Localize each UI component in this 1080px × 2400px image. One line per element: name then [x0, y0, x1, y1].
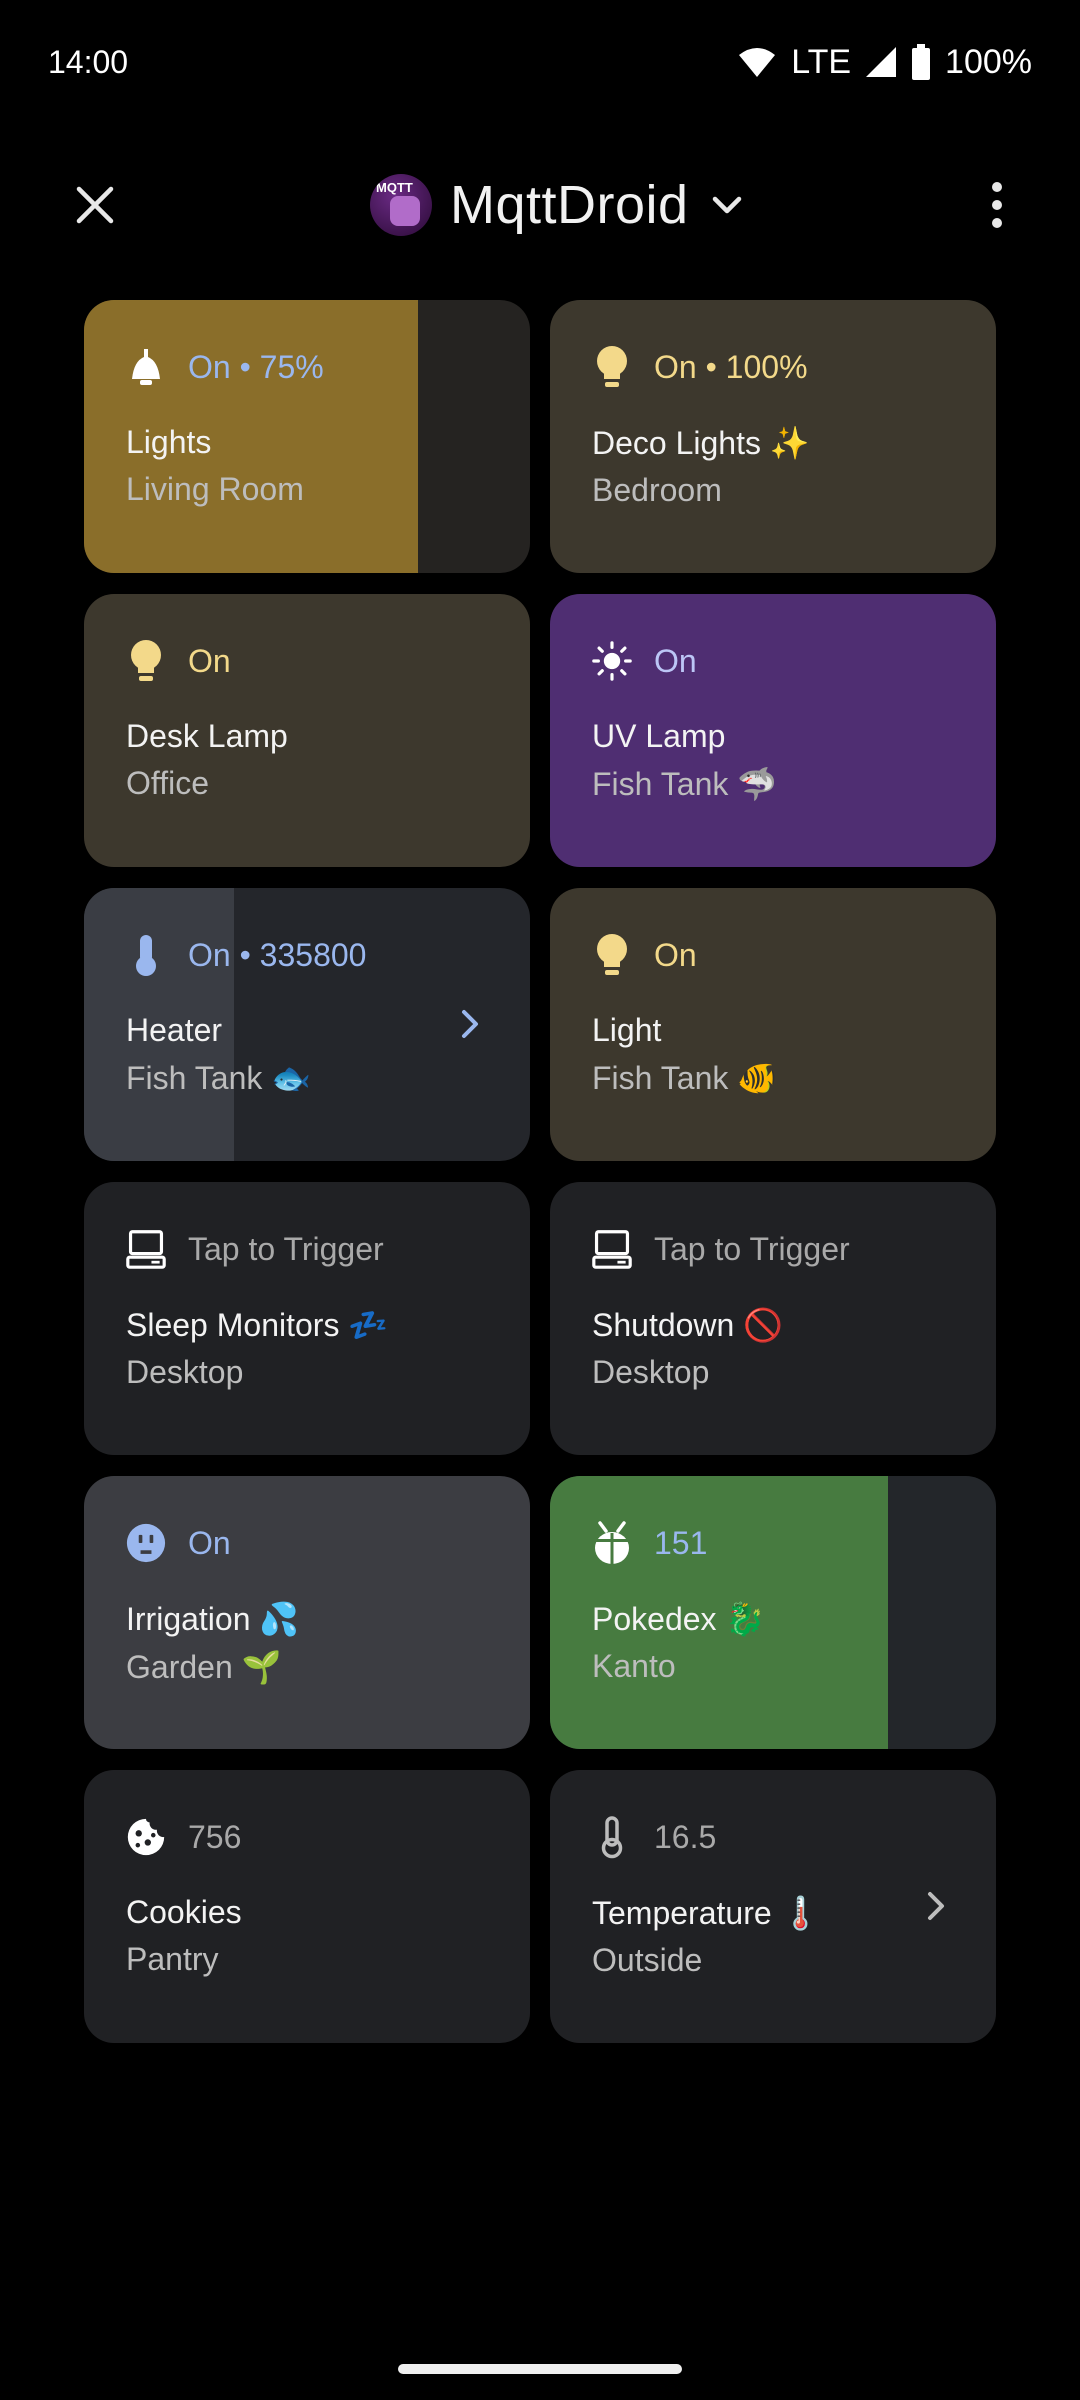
bulb-icon: [126, 639, 166, 683]
close-icon: [76, 186, 114, 224]
tile-room: Fish Tank 🦈: [592, 766, 778, 802]
tile-room: Desktop: [126, 1354, 244, 1390]
computer-icon: [592, 1227, 632, 1271]
status-time: 14:00: [48, 44, 129, 80]
chevron-down-icon: [712, 196, 741, 214]
tile-deco-lights-bedroom[interactable]: On • 100% Deco Lights ✨ Bedroom: [550, 300, 996, 573]
status-bar: 14:00 LTE 100%: [0, 0, 1080, 130]
tile-state: Tap to Trigger: [654, 1230, 850, 1267]
tile-uv-lamp-fish-tank[interactable]: On UV Lamp Fish Tank 🦈: [550, 594, 996, 867]
tile-temperature-outside[interactable]: 16.5 Temperature 🌡️ Outside: [550, 1770, 996, 2043]
tile-pokedex-kanto[interactable]: 151 Pokedex 🐉 Kanto: [550, 1476, 996, 1749]
tile-lights-living-room[interactable]: On • 75% Lights Living Room: [84, 300, 530, 573]
tile-state: 756: [188, 1818, 242, 1855]
tile-state: On • 335800: [188, 936, 367, 973]
tile-name: Desk Lamp: [126, 718, 288, 754]
tile-room: Garden 🌱: [126, 1649, 282, 1685]
battery-icon: [912, 44, 931, 80]
tile-state: Tap to Trigger: [188, 1230, 384, 1267]
tile-state: On: [188, 642, 231, 679]
tile-cookies-pantry[interactable]: 756 Cookies Pantry: [84, 1770, 530, 2043]
tile-state: On: [188, 1524, 231, 1561]
tile-room: Fish Tank 🐟: [126, 1060, 312, 1096]
app-switcher[interactable]: MQTT MqttDroid: [370, 160, 747, 250]
chevron-right-icon[interactable]: [452, 1006, 488, 1042]
tile-room: Kanto: [592, 1648, 676, 1684]
tile-state: 16.5: [654, 1818, 717, 1855]
chevron-right-icon[interactable]: [918, 1888, 954, 1924]
tile-room: Fish Tank 🐠: [592, 1060, 778, 1096]
tile-sleep-monitors-desktop[interactable]: Tap to Trigger Sleep Monitors 💤 Desktop: [84, 1182, 530, 1455]
tile-room: Bedroom: [592, 472, 722, 508]
tile-name: UV Lamp: [592, 718, 726, 754]
tile-state: 151: [654, 1524, 708, 1561]
more-options-button[interactable]: [962, 170, 1032, 240]
bulb-icon: [592, 933, 632, 977]
signal-icon: [866, 47, 897, 77]
tile-irrigation-garden[interactable]: On Irrigation 💦 Garden 🌱: [84, 1476, 530, 1749]
computer-icon: [126, 1227, 166, 1271]
bug-icon: [592, 1521, 632, 1565]
tile-name: Pokedex 🐉: [592, 1601, 766, 1637]
app-logo: MQTT: [370, 174, 432, 236]
thermometer-icon: [126, 933, 166, 977]
status-icons: LTE 100%: [737, 40, 1032, 84]
gesture-nav-handle[interactable]: [398, 2364, 682, 2374]
tile-room: Outside: [592, 1942, 703, 1978]
battery-level: 100%: [945, 42, 1032, 81]
tile-name: Lights: [126, 424, 212, 460]
tile-room: Pantry: [126, 1941, 219, 1977]
tile-name: Cookies: [126, 1894, 242, 1930]
cookie-icon: [126, 1815, 166, 1859]
tile-heater-fish-tank[interactable]: On • 335800 Heater Fish Tank 🐟: [84, 888, 530, 1161]
app-title: MqttDroid: [450, 175, 689, 235]
tile-name: Heater: [126, 1012, 223, 1048]
tile-room: Desktop: [592, 1354, 710, 1390]
tile-state: On: [654, 642, 697, 679]
tile-name: Sleep Monitors 💤: [126, 1307, 389, 1343]
more-vert-icon: [992, 182, 1002, 228]
tile-name: Irrigation 💦: [126, 1601, 300, 1637]
logo-text: MQTT: [376, 180, 413, 195]
close-button[interactable]: [60, 170, 130, 240]
tile-desk-lamp-office[interactable]: On Desk Lamp Office: [84, 594, 530, 867]
bell-lamp-icon: [126, 345, 166, 389]
top-app-bar: MQTT MqttDroid: [0, 140, 1080, 250]
tile-room: Office: [126, 765, 209, 801]
wifi-icon: [739, 48, 776, 77]
network-label: LTE: [791, 42, 852, 81]
device-controls-grid: On • 75% Lights Living Room On • 100% De…: [84, 300, 996, 2043]
tile-state: On: [654, 936, 697, 973]
tile-shutdown-desktop[interactable]: Tap to Trigger Shutdown 🚫 Desktop: [550, 1182, 996, 1455]
tile-light-fish-tank[interactable]: On Light Fish Tank 🐠: [550, 888, 996, 1161]
tile-state: On • 75%: [188, 348, 324, 385]
tile-name: Deco Lights ✨: [592, 425, 810, 461]
tile-name: Shutdown 🚫: [592, 1307, 784, 1343]
bulb-icon: [592, 345, 632, 389]
tile-state: On • 100%: [654, 348, 808, 385]
tile-name: Light: [592, 1012, 662, 1048]
tile-name: Temperature 🌡️: [592, 1895, 821, 1931]
outlet-icon: [126, 1521, 166, 1565]
thermometer-icon: [592, 1815, 632, 1859]
tile-room: Living Room: [126, 471, 304, 507]
sun-icon: [592, 639, 632, 683]
